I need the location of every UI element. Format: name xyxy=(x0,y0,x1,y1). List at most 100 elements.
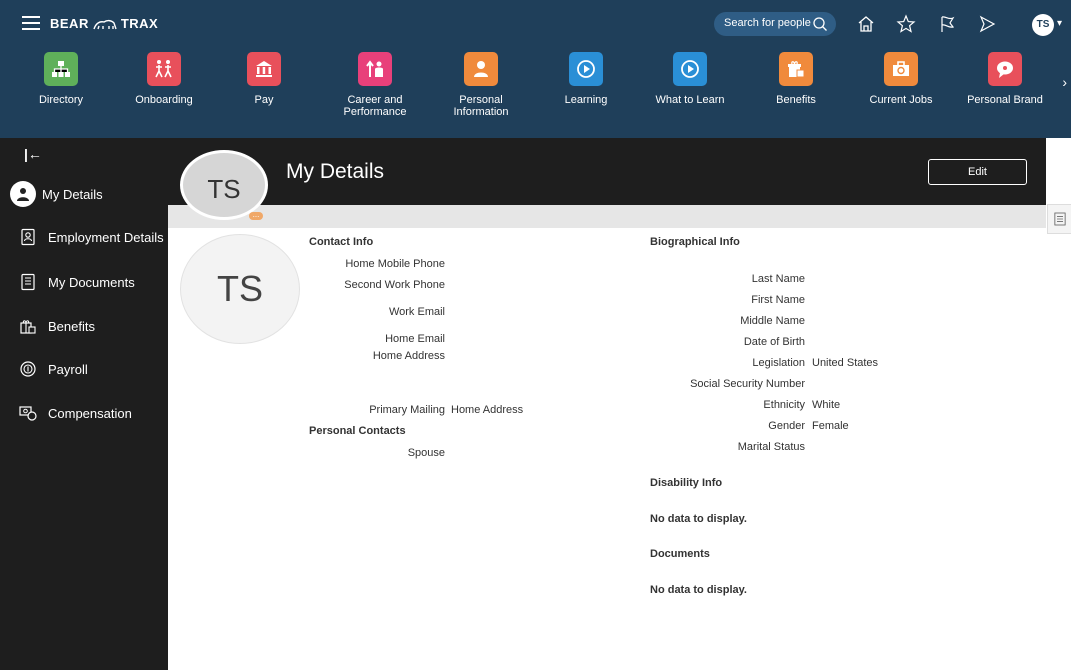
sidebar-item-benefits[interactable]: Benefits xyxy=(0,308,168,344)
field-value: Female xyxy=(812,420,849,432)
field-value: White xyxy=(812,399,841,411)
page-title: My Details xyxy=(286,160,385,183)
field-label: Social Security Number xyxy=(690,378,805,390)
documents-title: Documents xyxy=(650,548,710,560)
field-label: Last Name xyxy=(751,273,805,285)
field-label: Second Work Phone xyxy=(344,279,445,291)
search-icon[interactable] xyxy=(812,16,828,32)
app-label: What to Learn xyxy=(655,94,725,106)
sidebar-item-my-details[interactable]: My Details xyxy=(0,176,168,212)
chevron-down-icon[interactable]: ▾ xyxy=(1057,18,1062,29)
play-icon xyxy=(673,52,707,86)
app-current-jobs[interactable]: Current Jobs xyxy=(851,52,951,106)
profile-avatar[interactable]: TS xyxy=(180,234,300,344)
app-label: Career and Performance xyxy=(343,94,407,118)
sidebar-item-label: My Details xyxy=(42,186,103,202)
edit-button[interactable]: Edit xyxy=(928,159,1027,185)
app-benefits[interactable]: Benefits xyxy=(746,52,846,106)
contact-info-title: Contact Info xyxy=(309,236,374,248)
app-career-performance[interactable]: Career and Performance xyxy=(325,52,425,118)
last-name-row: Last Name xyxy=(640,273,805,287)
app-learning[interactable]: Learning xyxy=(536,52,636,106)
field-label: Home Mobile Phone xyxy=(345,258,445,270)
badge-icon xyxy=(18,227,38,247)
disability-info-title: Disability Info xyxy=(650,477,723,489)
chevron-right-icon[interactable]: › xyxy=(1062,74,1067,90)
field-label: Gender xyxy=(768,420,805,432)
app-directory[interactable]: Directory xyxy=(11,52,111,106)
top-header: BEAR TRAX Search for people TS ▾ Directo… xyxy=(0,0,1071,138)
brand-left-text: BEAR xyxy=(50,16,89,31)
app-label: Current Jobs xyxy=(869,94,933,106)
gift-icon xyxy=(18,316,38,336)
marital-status-row: Marital Status xyxy=(640,441,805,455)
first-name-row: First Name xyxy=(640,294,805,308)
page-header: My Details Edit xyxy=(168,138,1046,205)
field-label: Legislation xyxy=(752,357,805,369)
field-label: Middle Name xyxy=(740,315,805,327)
payroll-icon xyxy=(18,359,38,379)
app-launcher-row: Directory Onboarding Pay Career and Perf… xyxy=(0,52,1071,132)
app-personal-information[interactable]: Personal Information xyxy=(431,52,531,118)
sidebar-item-compensation[interactable]: Compensation xyxy=(0,395,168,431)
app-label: Personal Brand xyxy=(967,94,1043,106)
field-label: Marital Status xyxy=(737,441,805,453)
gift-icon xyxy=(779,52,813,86)
sidebar-item-employment-details[interactable]: Employment Details xyxy=(0,219,168,255)
person-icon xyxy=(10,181,36,207)
compensation-icon xyxy=(18,403,38,423)
people-walking-icon xyxy=(147,52,181,86)
second-work-phone-row: Second Work Phone xyxy=(300,279,445,293)
brand-logo[interactable]: BEAR TRAX xyxy=(50,16,158,31)
app-label: Benefits xyxy=(776,94,816,106)
app-label: Personal Information xyxy=(453,94,509,118)
spouse-row: Spouse xyxy=(300,447,445,461)
app-onboarding[interactable]: Onboarding xyxy=(114,52,214,106)
collapse-sidebar-icon[interactable]: |← xyxy=(24,146,42,162)
date-of-birth-row: Date of Birth xyxy=(640,336,805,350)
middle-name-row: Middle Name xyxy=(640,315,805,329)
field-label: Work Email xyxy=(388,306,445,318)
sidebar-item-label: Compensation xyxy=(48,405,132,421)
personal-contacts-title: Personal Contacts xyxy=(309,425,406,437)
bank-icon xyxy=(247,52,281,86)
flag-icon[interactable] xyxy=(936,13,958,35)
notifications-icon[interactable] xyxy=(976,13,998,35)
brand-right-text: TRAX xyxy=(120,16,159,31)
hamburger-menu-icon[interactable] xyxy=(22,16,40,30)
sidebar-item-my-documents[interactable]: My Documents xyxy=(0,264,168,300)
search-input[interactable]: Search for people xyxy=(714,12,836,36)
field-value: United States xyxy=(812,357,879,369)
sidebar-item-label: My Documents xyxy=(48,274,135,290)
documents-empty-message: No data to display. xyxy=(650,584,747,596)
gender-row: Gender Female xyxy=(640,420,848,434)
app-pay[interactable]: Pay xyxy=(214,52,314,106)
ssn-row: Social Security Number xyxy=(640,378,805,392)
chat-icon xyxy=(988,52,1022,86)
sidebar-item-payroll[interactable]: Payroll xyxy=(0,351,168,387)
field-label: Home Address xyxy=(372,350,445,362)
user-avatar[interactable]: TS xyxy=(1032,14,1054,36)
app-label: Directory xyxy=(38,94,83,106)
app-label: Pay xyxy=(254,94,274,106)
more-options-badge[interactable]: ... xyxy=(249,211,263,220)
field-label: Primary Mailing xyxy=(369,404,445,416)
search-placeholder: Search for people xyxy=(724,17,811,29)
favorites-star-icon[interactable] xyxy=(895,13,917,35)
field-label: Ethnicity xyxy=(763,399,805,411)
primary-mailing-row: Primary Mailing Home Address xyxy=(300,404,523,418)
app-label: Learning xyxy=(564,94,608,106)
play-icon xyxy=(569,52,603,86)
app-what-to-learn[interactable]: What to Learn xyxy=(640,52,740,106)
home-address-row: Home Address xyxy=(300,350,445,364)
home-icon[interactable] xyxy=(855,13,877,35)
field-label: Spouse xyxy=(407,447,445,459)
sidebar: |← My Details Employment Details My Docu… xyxy=(0,138,168,670)
list-panel-icon[interactable] xyxy=(1047,204,1071,234)
legislation-row: Legislation United States xyxy=(640,357,878,371)
document-icon xyxy=(18,272,38,292)
header-strip xyxy=(168,205,1046,228)
job-icon xyxy=(884,52,918,86)
app-personal-brand[interactable]: Personal Brand xyxy=(955,52,1055,106)
home-mobile-phone-row: Home Mobile Phone xyxy=(300,258,445,272)
